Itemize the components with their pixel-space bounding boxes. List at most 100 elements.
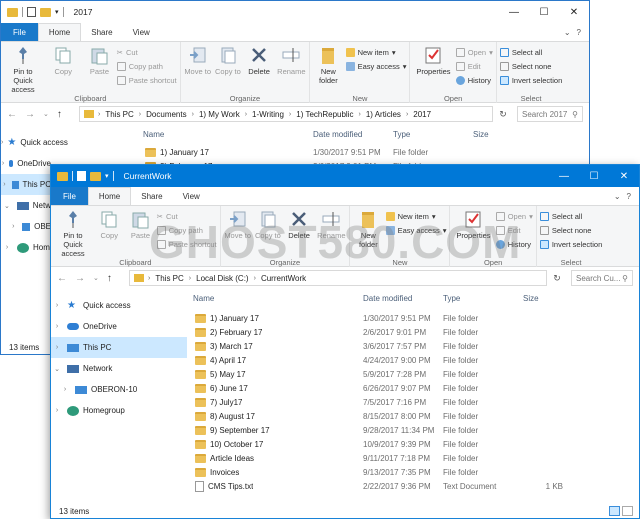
copy-button[interactable]: Copy xyxy=(44,44,82,76)
select-all-button[interactable]: Select all xyxy=(539,210,602,222)
properties-button[interactable]: Properties xyxy=(413,44,453,76)
chevron-down-icon[interactable]: ⌄ xyxy=(614,192,621,201)
nav-item-this-pc[interactable]: › This PC xyxy=(1,174,51,195)
history-button[interactable]: History xyxy=(495,238,533,250)
forward-arrow-icon[interactable]: → xyxy=(75,273,85,284)
breadcrumb-item[interactable]: 1) Articles xyxy=(365,110,402,119)
maximize-icon[interactable]: ☐ xyxy=(529,1,559,23)
front-explorer-window[interactable]: ▾ CurrentWork — ☐ ✕ File Home Share View… xyxy=(50,164,640,519)
open-button[interactable]: Open ▾ xyxy=(455,46,493,58)
tab-file[interactable]: File xyxy=(51,187,88,205)
pin-to-quick-access-button[interactable]: Pin to Quick access xyxy=(4,44,42,94)
table-row[interactable]: 4) April 17 4/24/2017 9:00 PM File folder xyxy=(189,353,639,367)
easy-access-button[interactable]: Easy access ▾ xyxy=(345,60,406,72)
customize-toolbar-icon[interactable]: ▾ xyxy=(55,8,59,16)
column-name[interactable]: Name xyxy=(189,294,363,303)
breadcrumb-separator-icon[interactable]: › xyxy=(289,111,291,118)
breadcrumb-item[interactable]: Local Disk (C:) xyxy=(195,274,249,283)
breadcrumb-separator-icon[interactable]: › xyxy=(254,275,256,282)
chevron-right-icon[interactable]: › xyxy=(59,386,71,393)
chevron-down-icon[interactable]: ⌄ xyxy=(564,28,571,37)
back-arrow-icon[interactable]: ← xyxy=(7,109,17,120)
chevron-right-icon[interactable]: › xyxy=(51,323,63,330)
help-icon[interactable]: ? xyxy=(627,192,631,201)
nav-item-quick-access[interactable]: › ★ Quick access xyxy=(1,132,68,153)
nav-item-quick-access[interactable]: › ★ Quick access xyxy=(51,295,187,316)
nav-item-network[interactable]: ⌄ Network xyxy=(51,358,187,379)
breadcrumb-separator-icon[interactable]: › xyxy=(98,111,100,118)
nav-item-homegroup[interactable]: › Homegroup xyxy=(51,400,187,421)
table-row[interactable]: Article Ideas 9/11/2017 7:18 PM File folde… xyxy=(189,451,639,465)
pin-to-quick-access-button[interactable]: Pin to Quick access xyxy=(54,208,92,258)
paste-button[interactable]: Paste xyxy=(126,208,154,240)
properties-button[interactable]: Properties xyxy=(453,208,493,240)
new-folder-button[interactable]: New folder xyxy=(313,44,343,85)
close-icon[interactable]: ✕ xyxy=(609,165,639,187)
column-type[interactable]: Type xyxy=(393,130,473,139)
delete-button[interactable]: Delete xyxy=(244,44,274,76)
chevron-right-icon[interactable]: › xyxy=(1,244,13,251)
new-folder-icon[interactable] xyxy=(40,7,51,17)
breadcrumb-item[interactable]: 1) TechRepublic xyxy=(295,110,354,119)
table-row[interactable]: CMS Tips.txt 2/22/2017 9:36 PM Text Docume… xyxy=(189,479,639,493)
table-row[interactable]: 2) February 17 2/6/2017 9:01 PM File folde… xyxy=(189,325,639,339)
cut-button[interactable]: ✂ Cut xyxy=(117,46,177,58)
refresh-icon[interactable]: ↻ xyxy=(493,109,513,120)
chevron-right-icon[interactable]: › xyxy=(1,139,3,146)
tab-home[interactable]: Home xyxy=(37,23,82,41)
refresh-icon[interactable]: ↻ xyxy=(547,273,567,284)
breadcrumb-separator-icon[interactable]: › xyxy=(189,275,191,282)
easy-access-button[interactable]: Easy access ▾ xyxy=(385,224,446,236)
address-bar[interactable]: › This PC › Local Disk (C:) › CurrentWork xyxy=(129,270,547,286)
search-box[interactable]: Search 2017 ⚲ xyxy=(517,106,583,122)
nav-item-homegroup[interactable]: › Hom xyxy=(1,237,51,258)
breadcrumb-separator-icon[interactable]: › xyxy=(358,111,360,118)
select-none-button[interactable]: Select none xyxy=(539,224,602,236)
table-row[interactable]: 1) January 17 1/30/2017 9:51 PM File folde… xyxy=(139,145,589,159)
breadcrumb-item[interactable]: 2017 xyxy=(412,110,432,119)
up-arrow-icon[interactable]: ↑ xyxy=(107,273,112,284)
edit-button[interactable]: Edit xyxy=(455,60,493,72)
minimize-icon[interactable]: — xyxy=(549,165,579,187)
select-all-button[interactable]: Select all xyxy=(499,46,562,58)
table-row[interactable]: 9) September 17 9/28/2017 11:34 PM File fo… xyxy=(189,423,639,437)
large-icons-view-icon[interactable] xyxy=(622,506,633,516)
nav-item-oberon[interactable]: › OBE xyxy=(1,216,51,237)
table-row[interactable]: 8) August 17 8/15/2017 8:00 PM File folder xyxy=(189,409,639,423)
chevron-right-icon[interactable]: › xyxy=(1,181,8,188)
breadcrumb-separator-icon[interactable]: › xyxy=(139,111,141,118)
close-icon[interactable]: ✕ xyxy=(559,1,589,23)
tab-file[interactable]: File xyxy=(1,23,38,41)
copy-button[interactable]: Copy xyxy=(94,208,124,240)
maximize-icon[interactable]: ☐ xyxy=(579,165,609,187)
breadcrumb-item[interactable]: This PC xyxy=(104,110,134,119)
invert-selection-button[interactable]: Invert selection xyxy=(539,238,602,250)
column-size[interactable]: Size xyxy=(473,130,513,139)
table-row[interactable]: 3) March 17 3/6/2017 7:57 PM File folder xyxy=(189,339,639,353)
column-name[interactable]: Name xyxy=(139,130,313,139)
recent-dropdown-icon[interactable]: ⌄ xyxy=(43,110,49,118)
address-bar[interactable]: › This PC › Documents › 1) My Work › 1-Writing ›… xyxy=(79,106,493,122)
up-arrow-icon[interactable]: ↑ xyxy=(57,109,62,120)
chevron-right-icon[interactable]: › xyxy=(51,302,63,309)
title-bar[interactable]: ▾ CurrentWork — ☐ ✕ xyxy=(51,165,639,187)
table-row[interactable]: 6) June 17 6/26/2017 9:07 PM File folder xyxy=(189,381,639,395)
table-row[interactable]: Invoices 9/13/2017 7:35 PM File folder xyxy=(189,465,639,479)
table-row[interactable]: 5) May 17 5/9/2017 7:28 PM File folder xyxy=(189,367,639,381)
paste-button[interactable]: Paste xyxy=(84,44,114,76)
minimize-icon[interactable]: — xyxy=(499,1,529,23)
chevron-right-icon[interactable]: › xyxy=(1,160,5,167)
tab-view[interactable]: View xyxy=(173,187,210,205)
edit-button[interactable]: Edit xyxy=(495,224,533,236)
breadcrumb-item[interactable]: CurrentWork xyxy=(260,274,307,283)
title-bar[interactable]: ▾ 2017 — ☐ ✕ xyxy=(1,1,589,23)
chevron-right-icon[interactable]: › xyxy=(51,344,63,351)
copy-path-button[interactable]: Copy path xyxy=(156,224,217,236)
copy-to-button[interactable]: Copy to xyxy=(254,208,282,240)
new-folder-icon[interactable] xyxy=(90,171,101,181)
table-row[interactable]: 7) July17 7/5/2017 7:16 PM File folder xyxy=(189,395,639,409)
paste-shortcut-button[interactable]: Paste shortcut xyxy=(116,74,177,86)
delete-button[interactable]: Delete xyxy=(284,208,314,240)
new-item-button[interactable]: New item ▾ xyxy=(385,210,447,222)
select-none-button[interactable]: Select none xyxy=(499,60,562,72)
